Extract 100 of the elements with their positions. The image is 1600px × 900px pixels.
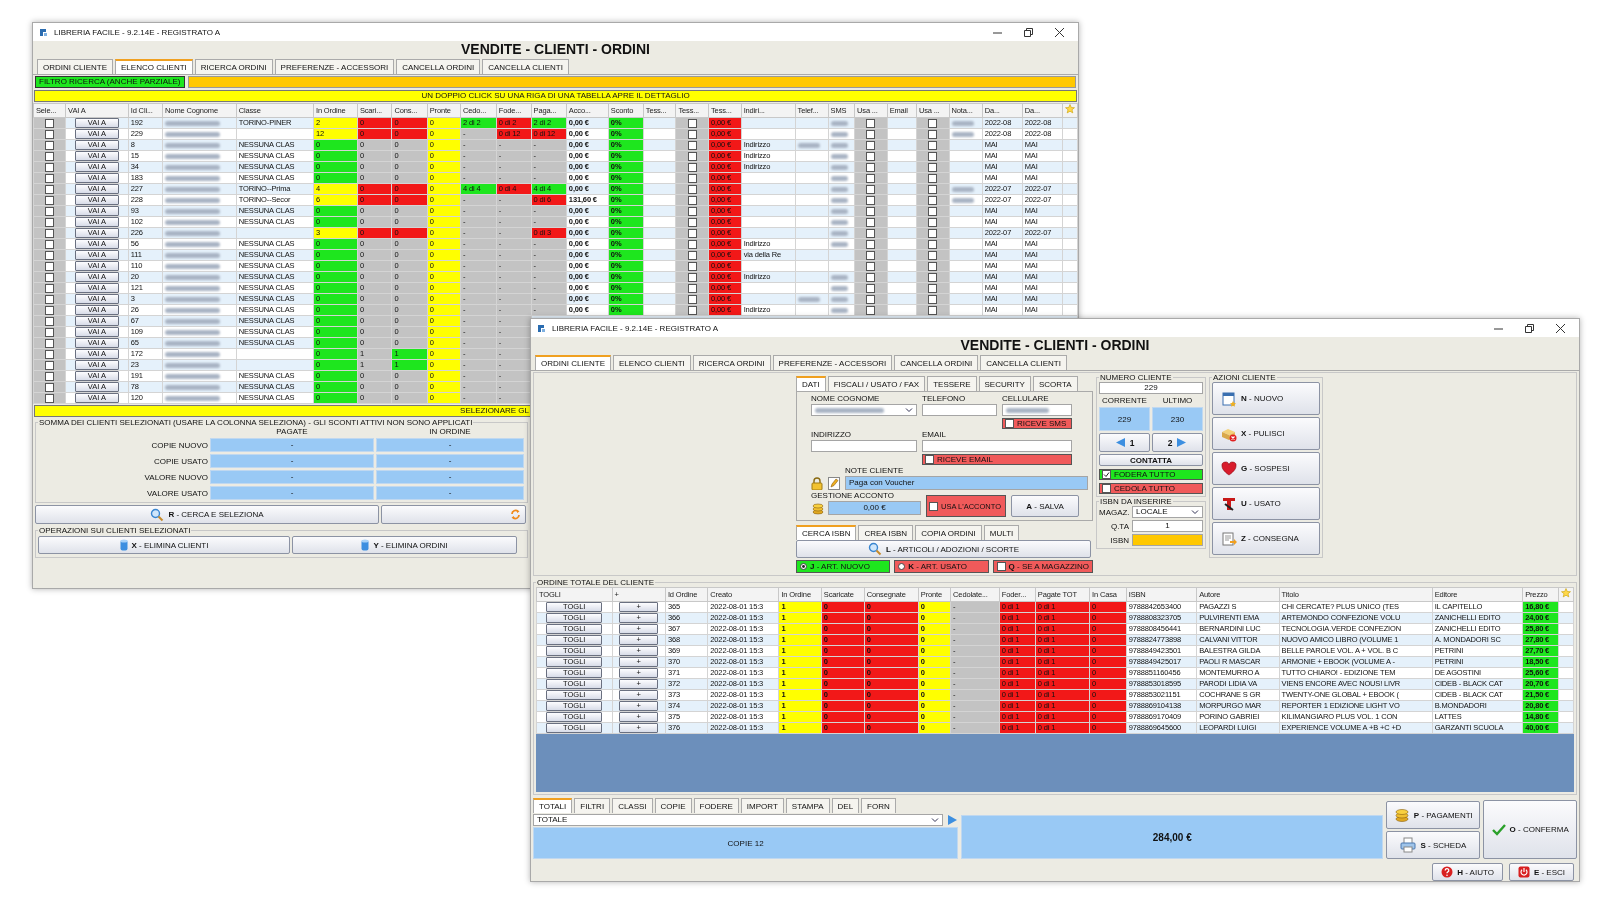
previous-button[interactable]: 1 — [1099, 433, 1150, 452]
tab[interactable]: FODERE — [693, 798, 739, 813]
tab[interactable]: CANCELLA CLIENTI — [482, 59, 569, 74]
tab[interactable]: RICERCA ORDINI — [692, 355, 771, 370]
option-checkbox[interactable]: FODERA TUTTO — [1099, 469, 1203, 480]
articles-button[interactable]: L - ARTICOLI / ADOZIONI / SCORTE — [796, 540, 1091, 558]
checkbox[interactable] — [687, 173, 697, 183]
tab[interactable]: IMPORT — [740, 798, 784, 813]
tab[interactable]: DATI — [796, 376, 826, 391]
checkbox[interactable] — [45, 228, 55, 238]
checkbox[interactable] — [687, 140, 697, 150]
address-field[interactable] — [811, 440, 917, 452]
checkbox[interactable] — [928, 305, 938, 315]
checkbox[interactable] — [45, 239, 55, 249]
tab[interactable]: STAMPA — [785, 798, 830, 813]
phone-field[interactable] — [922, 404, 997, 416]
checkbox[interactable] — [866, 140, 876, 150]
mobile-field[interactable] — [1002, 404, 1072, 416]
tab[interactable]: RICERCA ORDINI — [194, 59, 273, 74]
checkbox[interactable] — [45, 173, 55, 183]
checkbox[interactable] — [866, 184, 876, 194]
checkbox[interactable] — [687, 184, 697, 194]
checkbox[interactable] — [928, 261, 938, 271]
action-button[interactable]: Z - CONSEGNA — [1212, 522, 1320, 555]
checkbox[interactable] — [45, 305, 55, 315]
checkbox[interactable] — [928, 129, 938, 139]
warehouse-dropdown[interactable]: LOCALE — [1132, 506, 1203, 518]
confirm-button[interactable]: O - CONFERMA — [1483, 800, 1577, 859]
tab[interactable]: COPIE — [654, 798, 692, 813]
checkbox[interactable] — [866, 250, 876, 260]
restore-icon[interactable] — [1525, 323, 1534, 333]
checkbox[interactable] — [45, 217, 55, 227]
checkbox[interactable] — [866, 151, 876, 161]
checkbox[interactable] — [687, 228, 697, 238]
checkbox[interactable] — [928, 118, 938, 128]
deposit-field[interactable]: 0,00 € — [828, 501, 921, 515]
checkbox[interactable] — [45, 327, 55, 337]
checkbox[interactable] — [45, 283, 55, 293]
checkbox[interactable] — [866, 195, 876, 205]
checkbox[interactable] — [45, 162, 55, 172]
coins-icon[interactable] — [811, 501, 825, 515]
mode-checkbox[interactable]: Q - SE A MAGAZZINO — [992, 560, 1093, 573]
totals-dropdown[interactable]: TOTALE — [533, 814, 944, 826]
tab[interactable]: FISCALI / USATO / FAX — [827, 376, 926, 391]
checkbox[interactable] — [687, 239, 697, 249]
tab[interactable]: PREFERENZE - ACCESSORI — [772, 355, 893, 370]
checkbox[interactable] — [928, 217, 938, 227]
client-number-field[interactable]: 229 — [1099, 382, 1203, 394]
star-icon[interactable] — [1065, 104, 1075, 114]
checkbox[interactable] — [45, 261, 55, 271]
checkbox[interactable] — [866, 206, 876, 216]
checkbox[interactable] — [866, 283, 876, 293]
tab[interactable]: TOTALI — [533, 798, 573, 813]
delete-button[interactable]: Y - ELIMINA ORDINI — [292, 536, 517, 554]
checkbox[interactable] — [45, 118, 55, 128]
tab[interactable]: FORN — [861, 798, 896, 813]
isbn-field[interactable] — [1132, 534, 1203, 546]
checkbox[interactable] — [928, 272, 938, 282]
checkbox[interactable] — [45, 382, 55, 392]
checkbox[interactable] — [866, 173, 876, 183]
tab[interactable]: SCORTA — [1032, 376, 1078, 391]
checkbox[interactable] — [45, 316, 55, 326]
tab[interactable]: SECURITY — [978, 376, 1031, 391]
tab[interactable]: CANCELLA ORDINI — [894, 355, 979, 370]
search-select-button[interactable]: R - CERCA E SELEZIONA — [35, 505, 379, 524]
checkbox[interactable] — [866, 118, 876, 128]
mode-radio[interactable]: K - ART. USATO — [894, 560, 989, 573]
save-button[interactable]: A - SALVA — [1011, 495, 1079, 517]
next-button[interactable]: 2 — [1152, 433, 1203, 452]
action-button[interactable]: G - SOSPESI — [1212, 452, 1320, 485]
checkbox[interactable] — [866, 294, 876, 304]
checkbox[interactable] — [866, 129, 876, 139]
action-button[interactable]: N - NUOVO — [1212, 382, 1320, 415]
checkbox[interactable] — [45, 294, 55, 304]
checkbox[interactable] — [928, 206, 938, 216]
tab[interactable]: ORDINI CLIENTE — [535, 355, 611, 370]
checkbox[interactable] — [45, 184, 55, 194]
checkbox[interactable] — [687, 283, 697, 293]
tab[interactable]: CERCA ISBN — [796, 525, 857, 540]
checkbox[interactable] — [45, 360, 55, 370]
checkbox[interactable] — [687, 305, 697, 315]
checkbox[interactable] — [687, 118, 697, 128]
checkbox[interactable] — [866, 239, 876, 249]
checkbox[interactable] — [45, 338, 55, 348]
checkbox[interactable] — [928, 140, 938, 150]
contact-button[interactable]: CONTATTA — [1099, 454, 1203, 466]
checkbox[interactable] — [45, 393, 55, 403]
checkbox[interactable] — [687, 195, 697, 205]
checkbox[interactable] — [928, 162, 938, 172]
checkbox[interactable] — [45, 206, 55, 216]
checkbox[interactable] — [866, 305, 876, 315]
checkbox[interactable] — [45, 272, 55, 282]
checkbox[interactable] — [45, 151, 55, 161]
note-field[interactable]: Paga con Voucher — [845, 476, 1088, 490]
status-button[interactable]: H - AIUTO — [1432, 863, 1503, 881]
status-button[interactable]: E - ESCI — [1508, 863, 1574, 881]
refresh-button[interactable] — [381, 505, 526, 524]
checkbox[interactable] — [928, 173, 938, 183]
checkbox[interactable] — [928, 228, 938, 238]
pencil-icon[interactable] — [828, 477, 840, 490]
